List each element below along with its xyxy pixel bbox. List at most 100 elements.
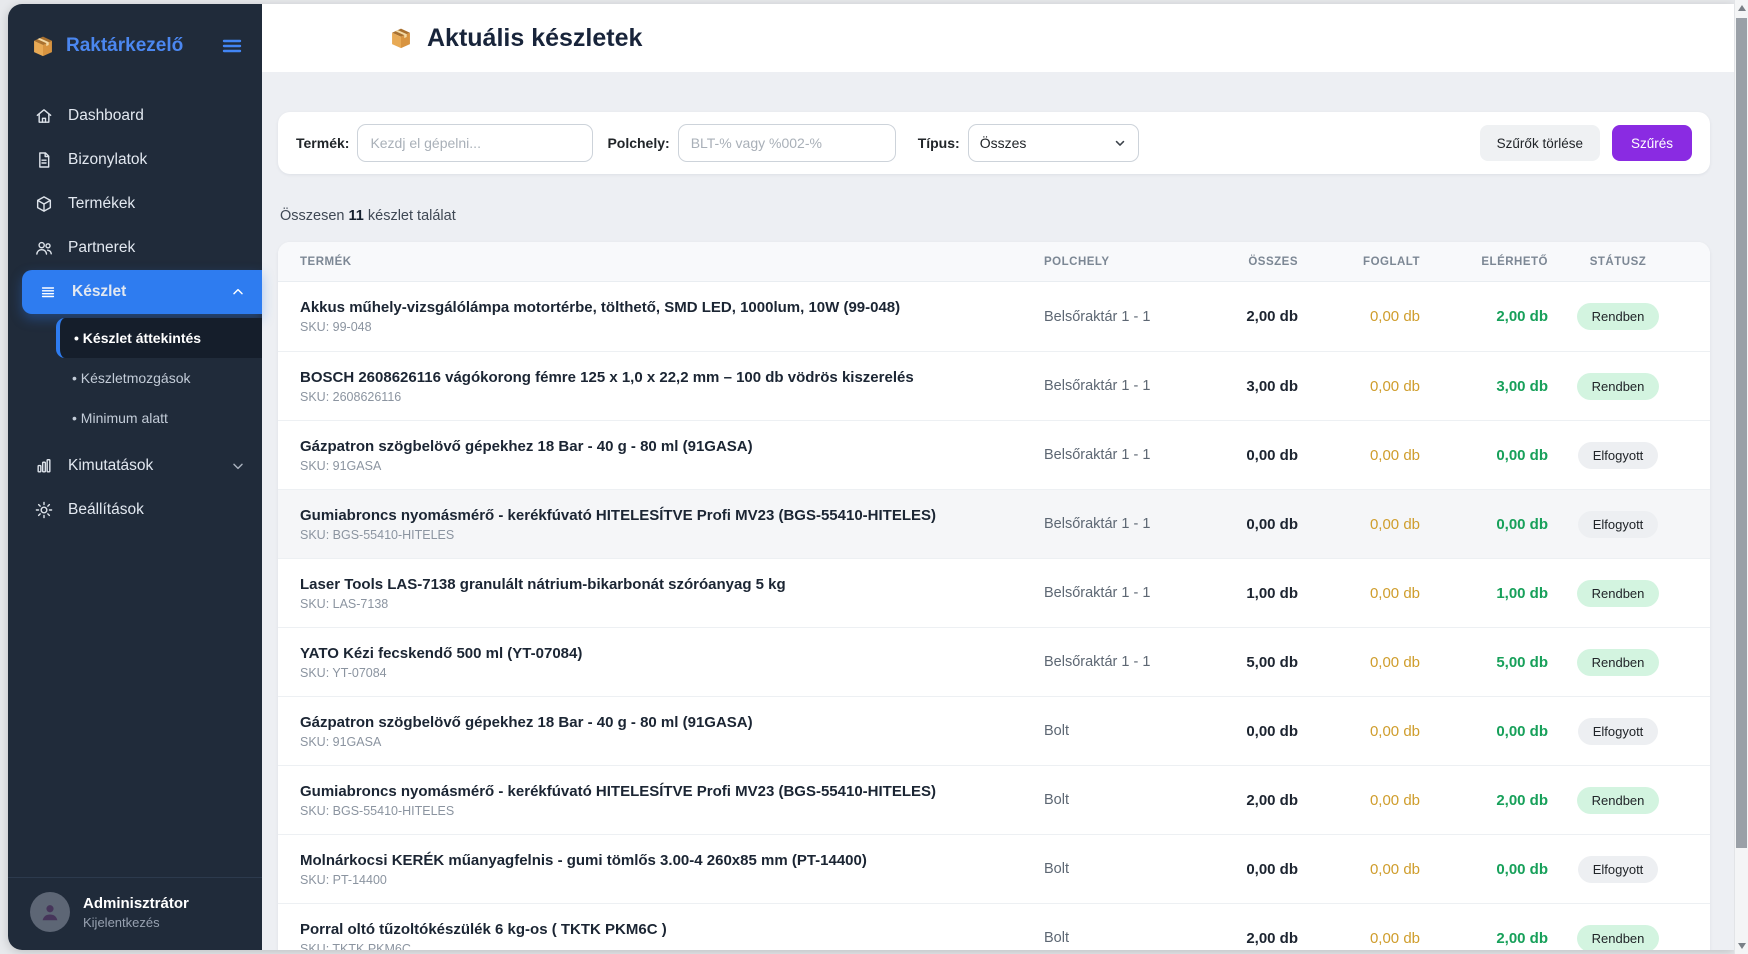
table-row[interactable]: Akkus műhely-vizsgálólámpa motortérbe, t… <box>278 282 1710 351</box>
shelf-location: Belsőraktár 1 - 1 <box>1044 378 1178 394</box>
available-qty: 3,00 db <box>1420 378 1548 395</box>
submenu-item-label: • Készletmozgások <box>72 370 191 386</box>
status-badge: Elfogyott <box>1578 856 1659 883</box>
status-badge: Elfogyott <box>1578 511 1659 538</box>
stock-table: TERMÉK POLCHELY ÖSSZES FOGLALT ELÉRHETŐ … <box>278 242 1710 950</box>
total-qty: 2,00 db <box>1178 792 1298 809</box>
column-header-termek: TERMÉK <box>300 256 1044 268</box>
table-row[interactable]: Gumiabroncs nyomásmérő - kerékfúvató HIT… <box>278 489 1710 558</box>
available-qty: 1,00 db <box>1420 585 1548 602</box>
submenu-item-minimum-alatt[interactable]: • Minimum alatt <box>8 398 262 438</box>
available-qty: 0,00 db <box>1420 516 1548 533</box>
scrollbar-thumb[interactable] <box>1736 18 1747 848</box>
shelf-location: Belsőraktár 1 - 1 <box>1044 309 1178 325</box>
status-badge: Rendben <box>1577 925 1660 951</box>
content-area: Termék: Polchely: Típus: Összes Szűrők t… <box>262 72 1734 950</box>
total-qty: 2,00 db <box>1178 930 1298 947</box>
product-filter-input[interactable] <box>357 124 593 162</box>
product-name: BOSCH 2608626116 vágókorong fémre 125 x … <box>300 369 1014 386</box>
product-name: Porral oltó tűzoltókészülék 6 kg-os ( TK… <box>300 921 1014 938</box>
results-number: 11 <box>349 208 364 224</box>
product-sku: SKU: TKTK PKM6C <box>300 942 1014 951</box>
sidebar-item-label: Bizonylatok <box>68 151 147 169</box>
product-sku: SKU: PT-14400 <box>300 873 1014 887</box>
clear-filters-button[interactable]: Szűrők törlése <box>1480 125 1600 161</box>
column-header-osszes: ÖSSZES <box>1178 256 1298 268</box>
status-badge: Elfogyott <box>1578 718 1659 745</box>
results-prefix: Összesen <box>280 208 344 224</box>
product-sku: SKU: 2608626116 <box>300 390 1014 404</box>
status-badge: Elfogyott <box>1578 442 1659 469</box>
sidebar-item-label: Dashboard <box>68 107 144 125</box>
column-header-foglalt: FOGLALT <box>1298 256 1420 268</box>
reserved-qty: 0,00 db <box>1298 308 1420 325</box>
shelf-location: Bolt <box>1044 723 1178 739</box>
gear-icon <box>34 500 54 520</box>
shelf-filter-input[interactable] <box>678 124 896 162</box>
scrollbar-down-arrow[interactable] <box>1738 943 1746 949</box>
reserved-qty: 0,00 db <box>1298 930 1420 947</box>
package-icon <box>388 25 414 51</box>
sidebar-item-label: Készlet <box>72 283 126 301</box>
table-row[interactable]: Porral oltó tűzoltókészülék 6 kg-os ( TK… <box>278 903 1710 950</box>
product-sku: SKU: BGS-55410-HITELES <box>300 804 1014 818</box>
table-row[interactable]: Gumiabroncs nyomásmérő - kerékfúvató HIT… <box>278 765 1710 834</box>
type-select[interactable]: Összes <box>968 124 1139 162</box>
column-header-statusz: STÁTUSZ <box>1548 256 1688 268</box>
sidebar-item-dashboard[interactable]: Dashboard <box>8 94 262 138</box>
table-row[interactable]: Gázpatron szögbelövő gépekhez 18 Bar - 4… <box>278 420 1710 489</box>
sidebar-item-keszlet[interactable]: Készlet <box>22 270 262 314</box>
reserved-qty: 0,00 db <box>1298 516 1420 533</box>
table-row[interactable]: YATO Kézi fecskendő 500 ml (YT-07084) SK… <box>278 627 1710 696</box>
chevron-down-icon <box>230 458 246 474</box>
status-badge: Rendben <box>1577 649 1660 676</box>
filter-button[interactable]: Szűrés <box>1612 125 1692 161</box>
results-suffix: készlet találat <box>368 208 456 224</box>
available-qty: 2,00 db <box>1420 792 1548 809</box>
hamburger-menu-icon[interactable] <box>220 34 244 58</box>
product-sku: SKU: LAS-7138 <box>300 597 1014 611</box>
status-badge: Rendben <box>1577 373 1660 400</box>
logout-link[interactable]: Kijelentkezés <box>83 915 189 930</box>
page-title: Aktuális készletek <box>427 24 642 53</box>
product-name: Molnárkocsi KERÉK műanyagfelnis - gumi t… <box>300 852 1014 869</box>
results-count: Összesen 11 készlet találat <box>280 208 1710 226</box>
user-name: Adminisztrátor <box>83 895 189 912</box>
product-sku: SKU: 91GASA <box>300 735 1014 749</box>
available-qty: 0,00 db <box>1420 723 1548 740</box>
sidebar-item-label: Kimutatások <box>68 457 153 475</box>
filter-bar: Termék: Polchely: Típus: Összes Szűrők t… <box>278 112 1710 174</box>
sidebar: Raktárkezelő Dashboard Bizonylatok Termé… <box>8 4 262 950</box>
chevron-up-icon <box>230 284 246 300</box>
table-row[interactable]: Molnárkocsi KERÉK műanyagfelnis - gumi t… <box>278 834 1710 903</box>
sidebar-item-label: Partnerek <box>68 239 135 257</box>
total-qty: 5,00 db <box>1178 654 1298 671</box>
table-row[interactable]: Laser Tools LAS-7138 granulált nátrium-b… <box>278 558 1710 627</box>
sidebar-item-bizonylatok[interactable]: Bizonylatok <box>8 138 262 182</box>
column-header-polchely: POLCHELY <box>1044 256 1178 268</box>
shelf-location: Belsőraktár 1 - 1 <box>1044 516 1178 532</box>
home-icon <box>34 106 54 126</box>
bar-chart-icon <box>34 456 54 476</box>
sidebar-item-partnerek[interactable]: Partnerek <box>8 226 262 270</box>
scrollbar-up-arrow[interactable] <box>1738 5 1746 11</box>
sidebar-item-kimutatasok[interactable]: Kimutatások <box>8 444 262 488</box>
sidebar-item-termekek[interactable]: Termékek <box>8 182 262 226</box>
available-qty: 0,00 db <box>1420 861 1548 878</box>
table-row[interactable]: Gázpatron szögbelövő gépekhez 18 Bar - 4… <box>278 696 1710 765</box>
keszlet-submenu: • Készlet áttekintés • Készletmozgások •… <box>8 314 262 444</box>
submenu-item-keszlet-attekintes[interactable]: • Készlet áttekintés <box>56 318 262 358</box>
reserved-qty: 0,00 db <box>1298 723 1420 740</box>
document-icon <box>34 150 54 170</box>
product-filter-label: Termék: <box>296 135 349 151</box>
total-qty: 3,00 db <box>1178 378 1298 395</box>
submenu-item-label: • Készlet áttekintés <box>74 330 201 346</box>
type-filter-label: Típus: <box>918 135 960 151</box>
table-row[interactable]: BOSCH 2608626116 vágókorong fémre 125 x … <box>278 351 1710 420</box>
window-scrollbar[interactable] <box>1734 0 1748 954</box>
shelf-location: Bolt <box>1044 792 1178 808</box>
sidebar-item-beallitasok[interactable]: Beállítások <box>8 488 262 532</box>
avatar <box>30 892 70 932</box>
submenu-item-keszletmozgasok[interactable]: • Készletmozgások <box>8 358 262 398</box>
product-name: Akkus műhely-vizsgálólámpa motortérbe, t… <box>300 299 1014 316</box>
